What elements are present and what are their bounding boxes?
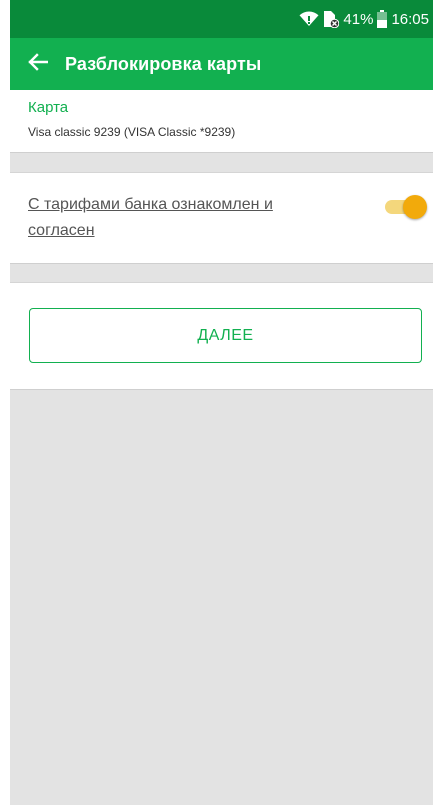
- page-title: Разблокировка карты: [65, 54, 262, 74]
- toggle-thumb: [403, 195, 427, 219]
- tariff-agreement-toggle[interactable]: [383, 193, 427, 221]
- back-button[interactable]: [24, 50, 52, 78]
- arrow-left-icon: [28, 53, 49, 75]
- clock: 16:05: [391, 10, 429, 28]
- action-section: ДАЛЕЕ: [10, 282, 433, 390]
- status-bar: 41% 16:05: [10, 0, 433, 38]
- battery-percent: 41%: [343, 10, 374, 28]
- status-icons: 41% 16:05: [299, 0, 429, 38]
- tariff-agreement-section: С тарифами банка ознакомлен и согласен: [10, 172, 433, 264]
- no-sim-icon: [323, 10, 340, 28]
- app-screen: 41% 16:05 Разблокировка карты Карта Visa…: [10, 0, 433, 805]
- card-label: Карта: [28, 99, 69, 116]
- battery-icon: [377, 10, 388, 28]
- app-bar: Разблокировка карты: [10, 38, 433, 90]
- tariff-agreement-link[interactable]: С тарифами банка ознакомлен и согласен: [28, 192, 308, 244]
- card-section[interactable]: Карта Visa classic 9239 (VISA Classic *9…: [10, 90, 433, 153]
- card-value: Visa classic 9239 (VISA Classic *9239): [28, 125, 236, 139]
- next-button[interactable]: ДАЛЕЕ: [29, 308, 422, 363]
- wifi-icon: [299, 11, 319, 27]
